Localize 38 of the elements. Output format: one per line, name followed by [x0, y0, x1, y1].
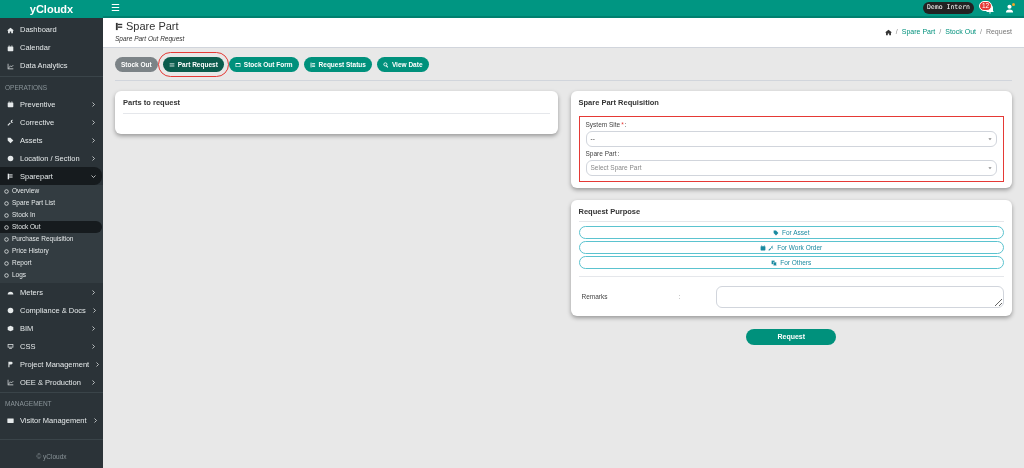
- monitor-icon: [7, 342, 14, 350]
- id-card-icon: [7, 417, 14, 424]
- parts-icon: [115, 22, 124, 32]
- chevron-right-icon: [91, 325, 96, 331]
- list-icon: [309, 61, 316, 68]
- chevron-right-icon: [91, 379, 96, 385]
- flag-icon: [7, 360, 14, 368]
- circle-icon: [7, 306, 14, 314]
- home-icon: [884, 29, 892, 36]
- chevron-down-icon: [91, 173, 96, 179]
- line-chart-icon: [7, 62, 14, 70]
- wrench-icon: [7, 118, 14, 126]
- cube-icon: [7, 324, 14, 332]
- brand-logo: yCloudx: [29, 1, 74, 17]
- chevron-right-icon: [91, 101, 96, 107]
- calendar-icon: [7, 100, 14, 108]
- tag-icon: [7, 136, 14, 144]
- chevron-right-icon: [91, 307, 97, 313]
- chevron-right-icon: [91, 343, 96, 349]
- chevron-right-icon: [91, 289, 96, 295]
- calendar-icon: [7, 44, 14, 52]
- copy-icon: [771, 259, 778, 266]
- chevron-right-icon: [91, 119, 96, 125]
- search-icon: [382, 61, 389, 68]
- wrench-icon: [768, 244, 775, 251]
- tag-icon: [773, 229, 779, 236]
- chevron-right-icon: [91, 137, 96, 143]
- user-icon: [1005, 3, 1014, 13]
- home-icon: [7, 26, 14, 34]
- line-chart-icon: [7, 378, 14, 386]
- caret-down-icon: [988, 137, 992, 141]
- chevron-right-icon: [91, 155, 96, 161]
- parts-icon: [7, 172, 14, 180]
- remarks-field[interactable]: [715, 286, 1004, 308]
- chevron-right-icon: [95, 361, 101, 367]
- menu-icon[interactable]: ☰: [111, 3, 120, 13]
- chevron-right-icon: [92, 418, 98, 423]
- page-title: Spare Part: [126, 21, 179, 33]
